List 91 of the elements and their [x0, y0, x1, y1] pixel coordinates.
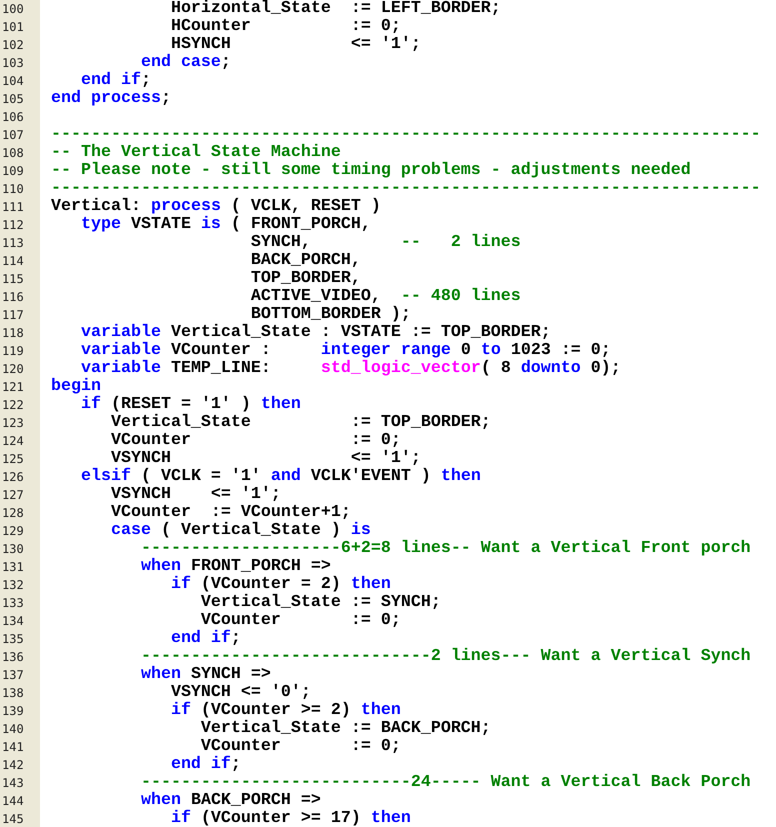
line-number: 112	[2, 217, 25, 234]
code-line: -----------------------------------------------------------------------	[51, 180, 761, 198]
line-number: 111	[2, 199, 25, 216]
code-line: end if;	[170, 756, 241, 774]
line-number: 144	[2, 793, 25, 810]
line-number: 145	[2, 811, 25, 827]
code-line: elsif ( VCLK = '1' and VCLK'EVENT ) then	[80, 468, 481, 486]
line-number: 126	[2, 469, 25, 486]
code-line: -- Please note - still some timing problems - adjustments needed	[51, 162, 691, 180]
code-line: if (VCounter >= 17) then	[170, 810, 411, 827]
line-number: 109	[2, 163, 25, 180]
code-line: when BACK_PORCH =>	[140, 792, 321, 810]
line-number: 135	[2, 631, 25, 648]
line-number: 139	[2, 703, 25, 720]
code-line: -----------------------------------------------------------------------	[51, 126, 761, 144]
line-number: 102	[2, 37, 25, 54]
line-number: 124	[2, 433, 25, 450]
code-line: --------------------6+2=8 lines-- Want a Vertical Front porch	[140, 540, 751, 558]
code-line: if (VCounter >= 2) then	[170, 702, 401, 720]
code-line: when SYNCH =>	[140, 666, 271, 684]
line-number: 108	[2, 145, 25, 162]
code-line: Vertical_State := SYNCH;	[200, 594, 441, 612]
line-number: 138	[2, 685, 25, 702]
line-number: 131	[2, 559, 25, 576]
line-number: 143	[2, 775, 25, 792]
code-line: Vertical: process ( VCLK, RESET )	[51, 198, 381, 216]
code-line: Vertical_State := BACK_PORCH;	[200, 720, 491, 738]
line-number: 142	[2, 757, 25, 774]
line-number: 101	[2, 19, 25, 36]
code-line: VCounter := 0;	[200, 738, 401, 756]
code-line: BACK_PORCH,	[250, 252, 361, 270]
line-number: 128	[2, 505, 25, 522]
line-number: 117	[2, 307, 25, 324]
line-number: 136	[2, 649, 25, 666]
line-number: 104	[2, 73, 25, 90]
line-number: 123	[2, 415, 25, 432]
code-line: -----------------------------2 lines--- Want a Vertical Synch	[140, 648, 751, 666]
line-number: 119	[2, 343, 25, 360]
line-number: 132	[2, 577, 25, 594]
code-line: end if;	[80, 72, 151, 90]
line-number: 140	[2, 721, 25, 738]
code-line: SYNCH, -- 2 lines	[250, 234, 521, 252]
code-line: Horizontal_State := LEFT_BORDER;	[170, 0, 501, 18]
code-line: ACTIVE_VIDEO, -- 480 lines	[250, 288, 521, 306]
code-line: TOP_BORDER,	[250, 270, 361, 288]
code-line: end if;	[170, 630, 241, 648]
line-number: 133	[2, 595, 25, 612]
code-line: HCounter := 0;	[170, 18, 401, 36]
code-line: if (VCounter = 2) then	[170, 576, 391, 594]
code-line: case ( Vertical_State ) is	[110, 522, 371, 540]
code-line: Vertical_State := TOP_BORDER;	[110, 414, 491, 432]
code-line: VSYNCH <= '1';	[110, 486, 281, 504]
code-line: ---------------------------24----- Want a Vertical Back Porch	[140, 774, 751, 792]
code-line: if (RESET = '1' ) then	[80, 396, 301, 414]
line-number: 110	[2, 181, 25, 198]
line-number: 125	[2, 451, 25, 468]
code-line: VCounter := VCounter+1;	[110, 504, 351, 522]
line-number: 103	[2, 55, 25, 72]
code-line: end case;	[140, 54, 231, 72]
line-number: 113	[2, 235, 25, 252]
line-number: 129	[2, 523, 25, 540]
code-line: -- The Vertical State Machine	[51, 144, 341, 162]
line-number: 118	[2, 325, 25, 342]
line-number: 100	[2, 1, 25, 18]
line-number: 105	[2, 91, 25, 108]
code-line: BOTTOM_BORDER );	[250, 306, 411, 324]
code-line: variable VCounter : integer range 0 to 1023 := 0;	[80, 342, 611, 360]
code-line: HSYNCH <= '1';	[170, 36, 421, 54]
line-number: 115	[2, 271, 25, 288]
code-line: end process;	[51, 90, 171, 108]
code-line: variable TEMP_LINE: std_logic_vector( 8 downto 0);	[80, 360, 621, 378]
line-number: 141	[2, 739, 25, 756]
line-number: 137	[2, 667, 25, 684]
line-number: 134	[2, 613, 25, 630]
code-line: begin	[51, 378, 101, 396]
code-line: type VSTATE is ( FRONT_PORCH,	[80, 216, 371, 234]
line-number: 107	[2, 127, 25, 144]
line-number: 114	[2, 253, 25, 270]
code-line: VCounter := 0;	[110, 432, 401, 450]
line-number: 120	[2, 361, 25, 378]
line-number: 106	[2, 109, 25, 126]
code-line: VSYNCH <= '0';	[170, 684, 311, 702]
line-number: 127	[2, 487, 25, 504]
line-number: 121	[2, 379, 25, 396]
code-line: when FRONT_PORCH =>	[140, 558, 331, 576]
code-line: VCounter := 0;	[200, 612, 401, 630]
code-line: VSYNCH <= '1';	[110, 450, 421, 468]
line-number: 116	[2, 289, 25, 306]
line-number: 130	[2, 541, 25, 558]
code-line: variable Vertical_State : VSTATE := TOP_BORDER;	[80, 324, 551, 342]
line-number: 122	[2, 397, 25, 414]
